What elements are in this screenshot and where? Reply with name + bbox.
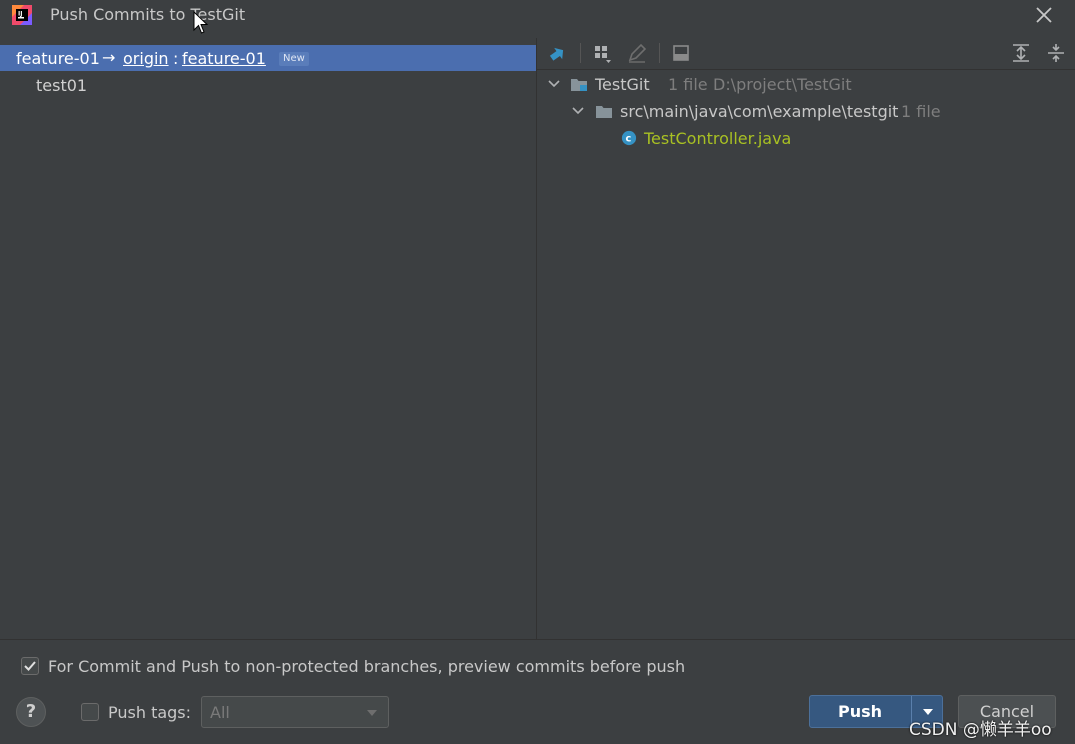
root-file-count: 1 file bbox=[668, 75, 708, 94]
push-button-label: Push bbox=[837, 702, 883, 721]
svg-text:IJ: IJ bbox=[18, 11, 22, 18]
dir-file-count: 1 file bbox=[901, 102, 941, 121]
window-title: Push Commits to TestGit bbox=[50, 5, 246, 24]
edit-source-icon[interactable] bbox=[625, 41, 649, 65]
local-branch: feature-01 bbox=[16, 49, 100, 68]
preview-commits-checkbox[interactable] bbox=[21, 657, 39, 675]
push-tags-label: Push tags: bbox=[108, 703, 192, 722]
root-node-label: TestGit bbox=[595, 75, 650, 94]
collapse-all-icon[interactable] bbox=[1044, 41, 1068, 65]
commits-panel: feature-01 → origin : feature-01 New tes… bbox=[0, 45, 536, 639]
checkmark-icon bbox=[24, 661, 36, 671]
preview-commits-label: For Commit and Push to non-protected bra… bbox=[48, 657, 686, 676]
show-diff-icon[interactable] bbox=[547, 41, 571, 65]
file-node-label: TestController.java bbox=[644, 129, 792, 148]
commit-item[interactable]: test01 bbox=[36, 76, 87, 95]
folder-icon bbox=[596, 106, 612, 118]
intellij-idea-icon: IJ bbox=[12, 5, 32, 25]
tree-root-node[interactable]: TestGit 1 file D:\project\TestGit bbox=[547, 74, 1067, 96]
target-branch-link[interactable]: feature-01 bbox=[182, 49, 266, 68]
changes-toolbar bbox=[537, 36, 1075, 70]
push-tags-checkbox[interactable] bbox=[81, 703, 99, 721]
chevron-down-icon[interactable] bbox=[571, 104, 585, 118]
toolbar-separator bbox=[659, 43, 660, 63]
tree-file-node[interactable]: c TestController.java bbox=[620, 128, 1020, 150]
push-arrow-icon: → bbox=[102, 48, 116, 67]
toolbar-separator bbox=[580, 43, 581, 63]
module-folder-icon bbox=[571, 79, 587, 91]
new-badge: New bbox=[279, 52, 309, 66]
dropdown-arrow-icon bbox=[367, 710, 377, 716]
watermark: CSDN @懒羊羊oo bbox=[909, 720, 1052, 740]
branch-row[interactable]: feature-01 → origin : feature-01 New bbox=[0, 45, 536, 71]
push-tags-select[interactable]: All bbox=[201, 696, 389, 728]
chevron-down-icon[interactable] bbox=[547, 77, 561, 91]
group-by-icon[interactable] bbox=[591, 41, 615, 65]
push-tags-value: All bbox=[210, 703, 230, 722]
view-options-icon[interactable] bbox=[669, 41, 693, 65]
mouse-cursor-icon bbox=[193, 11, 209, 34]
svg-text:c: c bbox=[625, 134, 631, 145]
dir-node-label: src\main\java\com\example\testgit bbox=[620, 102, 899, 121]
remote-name-link[interactable]: origin bbox=[123, 49, 169, 68]
changes-panel: TestGit 1 file D:\project\TestGit src\ma… bbox=[537, 36, 1075, 639]
tree-dir-node[interactable]: src\main\java\com\example\testgit 1 file bbox=[571, 101, 1071, 123]
help-button[interactable]: ? bbox=[16, 697, 46, 727]
branch-separator: : bbox=[173, 49, 179, 68]
root-path: D:\project\TestGit bbox=[713, 75, 852, 94]
expand-all-icon[interactable] bbox=[1009, 41, 1033, 65]
title-bar: IJ Push Commits to TestGit bbox=[0, 0, 1075, 34]
close-icon[interactable] bbox=[1033, 4, 1055, 26]
java-class-icon: c bbox=[621, 130, 637, 146]
